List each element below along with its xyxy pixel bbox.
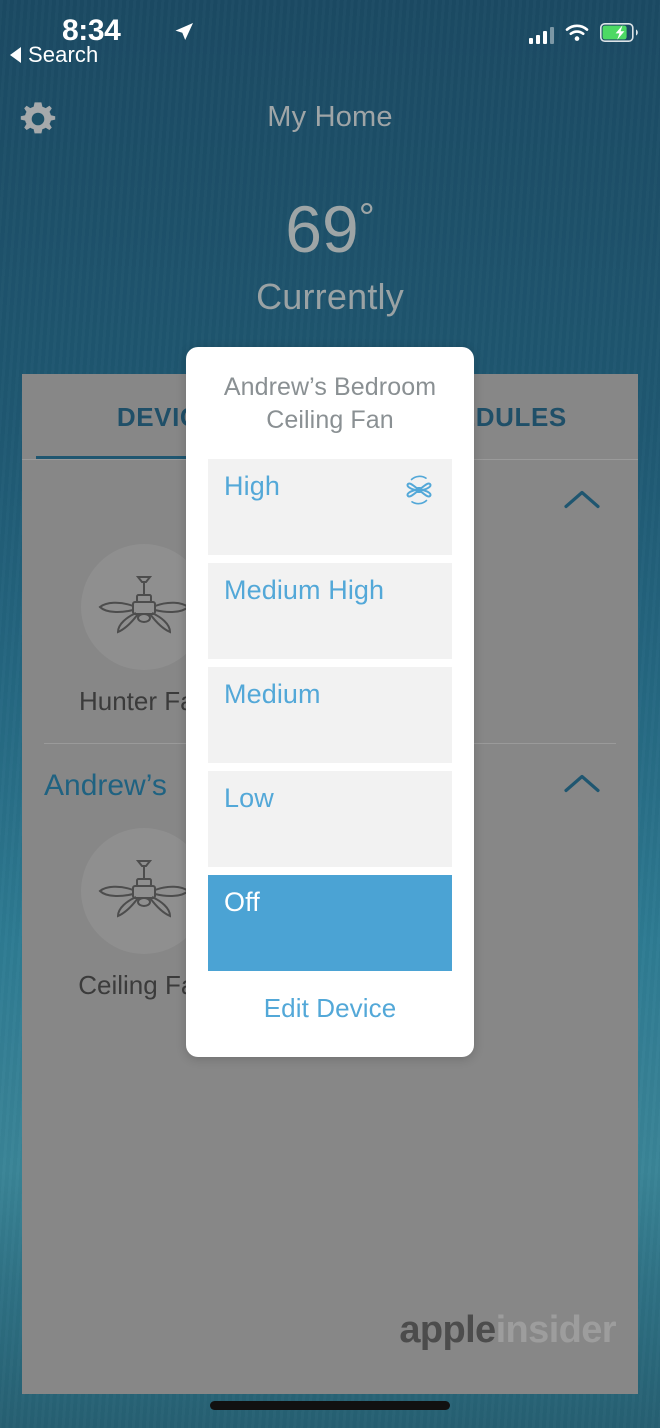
- weather-summary: 69° Currently: [0, 196, 660, 318]
- temperature-value: 69: [285, 192, 359, 266]
- app-nav-bar: My Home: [0, 96, 660, 152]
- location-arrow-icon: [173, 21, 195, 48]
- modal-title-line2: Ceiling Fan: [266, 406, 394, 434]
- status-bar: 8:34 Search: [0, 0, 660, 84]
- option-medium[interactable]: Medium: [208, 667, 452, 763]
- option-off[interactable]: Off: [208, 875, 452, 971]
- chevron-up-icon[interactable]: [562, 487, 602, 518]
- option-low[interactable]: Low: [208, 771, 452, 867]
- option-label: High: [224, 471, 280, 501]
- option-label: Low: [224, 783, 274, 813]
- page-title: My Home: [267, 101, 393, 133]
- back-link-label: Search: [28, 42, 99, 67]
- home-indicator[interactable]: [210, 1401, 450, 1410]
- edit-device-link[interactable]: Edit Device: [208, 993, 452, 1024]
- degree-symbol: °: [358, 196, 375, 240]
- watermark-light: insider: [495, 1309, 617, 1351]
- option-medium-high[interactable]: Medium High: [208, 563, 452, 659]
- cellular-bars-icon: [529, 26, 554, 44]
- section-title-2: Andrew’s: [44, 769, 167, 802]
- fan-speed-icon: [402, 473, 436, 512]
- watermark-bold: apple: [399, 1309, 496, 1351]
- modal-title-line1: Andrew’s Bedroom: [223, 373, 437, 401]
- back-to-search-link[interactable]: Search: [10, 42, 98, 68]
- option-label: Medium High: [224, 575, 385, 605]
- fan-speed-option-list: High Medium High Medium Low Off: [208, 459, 452, 971]
- modal-title: Andrew’s Bedroom Ceiling Fan: [208, 371, 452, 437]
- fan-speed-modal: Andrew’s Bedroom Ceiling Fan High Medium…: [186, 347, 474, 1057]
- appleinsider-watermark: appleinsider: [399, 1309, 616, 1352]
- battery-charging-icon: [600, 23, 638, 47]
- weather-condition-label: Currently: [256, 276, 404, 317]
- chevron-up-icon[interactable]: [562, 771, 602, 802]
- current-temperature: 69°: [0, 196, 660, 262]
- back-triangle-icon: [10, 47, 21, 63]
- option-high[interactable]: High: [208, 459, 452, 555]
- option-label: Off: [224, 887, 260, 917]
- option-label: Medium: [224, 679, 321, 709]
- status-bar-indicators: [529, 23, 638, 47]
- wifi-icon: [565, 24, 589, 47]
